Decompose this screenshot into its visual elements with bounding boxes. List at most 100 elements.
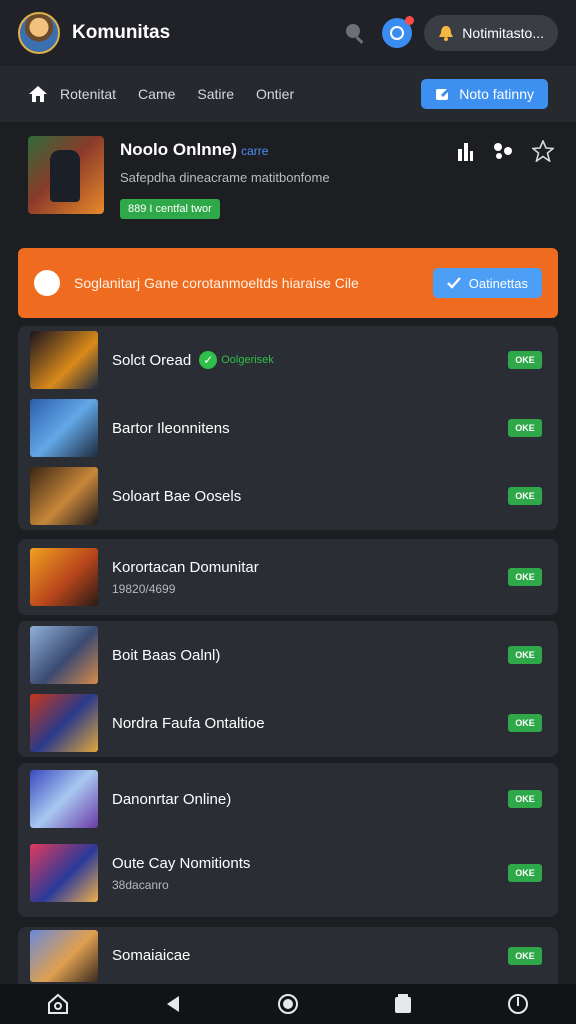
notification-pill[interactable]: Notimitasto... [424,15,558,51]
banner-button[interactable]: Oatinettas [432,268,542,298]
featured-tag: carre [241,144,269,158]
notification-pill-label: Notimitasto... [462,25,544,41]
bottom-nav-recents[interactable] [389,990,417,1018]
game-thumbnail [30,844,98,902]
status-pill[interactable]: OKE [508,646,542,664]
verified-label: Oolgerisek [221,354,274,366]
list-item[interactable]: Soloart Bae Oosels OKE [18,462,558,530]
bottom-nav-center[interactable] [274,990,302,1018]
search-icon [346,24,364,44]
list-item[interactable]: Solct Oread ✓ Oolgerisek OKE [18,326,558,394]
back-icon [166,996,179,1012]
featured-title-text: Noolo Onlnne) [120,140,238,159]
verified-badge: ✓ Oolgerisek [199,351,274,369]
status-pill[interactable]: OKE [508,864,542,882]
bell-icon [439,26,454,41]
game-group-1: Solct Oread ✓ Oolgerisek OKE Bartor Ileo… [18,326,558,530]
notification-dot [405,16,415,25]
list-item-text: Soloart Bae Oosels [112,488,241,505]
search-button[interactable] [340,18,370,48]
circle-home-icon [277,994,298,1014]
list-item-text: Nordra Faufa Ontaltioe [112,715,265,732]
nav-cta-label: Noto fatinny [459,86,534,102]
featured-badge: 889 I centfal twor [120,199,220,219]
chat-icon [34,270,60,296]
game-thumbnail [30,467,98,525]
game-thumbnail [30,694,98,752]
list-item-text: Oute Cay Nomitionts 38dacanro [112,855,250,892]
game-thumbnail [30,929,98,982]
bar-chart-icon[interactable] [456,141,474,161]
featured-actions [456,140,554,162]
bottom-nav-back[interactable] [159,990,187,1018]
notification-icon [390,26,405,40]
list-item-title: Korortacan Domunitar [112,558,259,576]
list-item-subtitle: 19820/4699 [112,581,176,596]
featured-thumbnail [28,136,104,214]
game-group-2: Korortacan Domunitar 19820/4699 OKE [18,539,558,615]
bottom-nav-home[interactable] [44,990,72,1018]
list-item-text: Danonrtar Online) [112,791,231,808]
nav-item-2[interactable]: Satire [197,86,234,102]
home-icon [29,86,47,102]
game-group-5: Somaiaicae OKE [18,927,558,984]
edit-icon [436,87,452,100]
featured-info: Noolo Onlnne) carre Safepdha dineacrame m… [120,140,330,219]
status-pill[interactable]: OKE [508,790,542,808]
list-item[interactable]: Korortacan Domunitar 19820/4699 OKE [18,539,558,615]
game-thumbnail [30,770,98,828]
nav-item-0[interactable]: Rotenitat [60,86,116,102]
list-item[interactable]: Boit Baas Oalnl) OKE [18,621,558,689]
list-item[interactable]: Somaiaicae OKE [18,927,558,984]
square-icon [395,994,412,1013]
game-group-4: Danonrtar Online) OKE Oute Cay Nomitiont… [18,763,558,917]
status-pill[interactable]: OKE [508,419,542,437]
promo-banner: Soglanitarj Gane corotanmoeltds hiaraise… [18,248,558,318]
list-item-title: Somaiaicae [112,947,191,964]
list-item-title: Bartor Ileonnitens [112,419,230,437]
game-thumbnail [30,626,98,684]
list-item-title: Solct Oread [112,351,192,369]
star-icon[interactable] [532,140,554,162]
status-pill[interactable]: OKE [508,946,542,965]
nav-cta-button[interactable]: Noto fatinny [421,79,548,109]
bottom-nav-power[interactable] [504,990,532,1018]
home-icon [47,993,68,1014]
list-item-subtitle: 38dacanro [112,877,169,892]
top-app-bar: Komunitas Notimitasto... [0,0,576,66]
list-item-title: Boit Baas Oalnl) [112,646,221,664]
list-item-title: Nordra Faufa Ontaltioe [112,714,265,732]
avatar[interactable] [18,12,60,54]
status-pill[interactable]: OKE [508,714,542,732]
list-item[interactable]: Nordra Faufa Ontaltioe OKE [18,689,558,757]
list-item-text: Boit Baas Oalnl) [112,647,220,664]
list-item-title: Oute Cay Nomitionts [112,854,251,872]
featured-subtitle: Safepdha dineacrame matitbonfome [120,170,330,185]
status-pill[interactable]: OKE [508,487,542,505]
nav-row: Rotenitat Came Satire Ontier Noto fatinn… [0,66,576,122]
settings-icon[interactable] [492,141,514,161]
list-item[interactable]: Bartor Ileonnitens OKE [18,394,558,462]
featured-title: Noolo Onlnne) carre [120,140,330,160]
game-thumbnail [30,548,98,606]
list-item[interactable]: Oute Cay Nomitionts 38dacanro OKE [18,835,558,911]
bottom-navigation [0,984,576,1024]
list-item-text: Solct Oread ✓ Oolgerisek [112,351,274,369]
list-item-text: Bartor Ileonnitens [112,420,230,437]
list-item-title: Danonrtar Online) [112,790,232,808]
check-icon [446,277,461,289]
list-item[interactable]: Danonrtar Online) OKE [18,763,558,835]
featured-card[interactable]: Noolo Onlnne) carre Safepdha dineacrame m… [18,124,558,230]
nav-home-button[interactable] [28,85,48,103]
game-thumbnail [30,331,98,389]
notification-button[interactable] [382,16,415,48]
nav-item-3[interactable]: Ontier [256,86,294,102]
status-pill[interactable]: OKE [508,351,542,369]
game-group-3: Boit Baas Oalnl) OKE Nordra Faufa Ontalt… [18,621,558,757]
topbar-actions: Notimitasto... [340,15,558,51]
list-item-text: Somaiaicae [112,947,190,964]
list-item-text: Korortacan Domunitar 19820/4699 [112,559,259,596]
list-item-title: Soloart Bae Oosels [112,487,242,505]
nav-item-1[interactable]: Came [138,86,175,102]
status-pill[interactable]: OKE [508,568,542,586]
